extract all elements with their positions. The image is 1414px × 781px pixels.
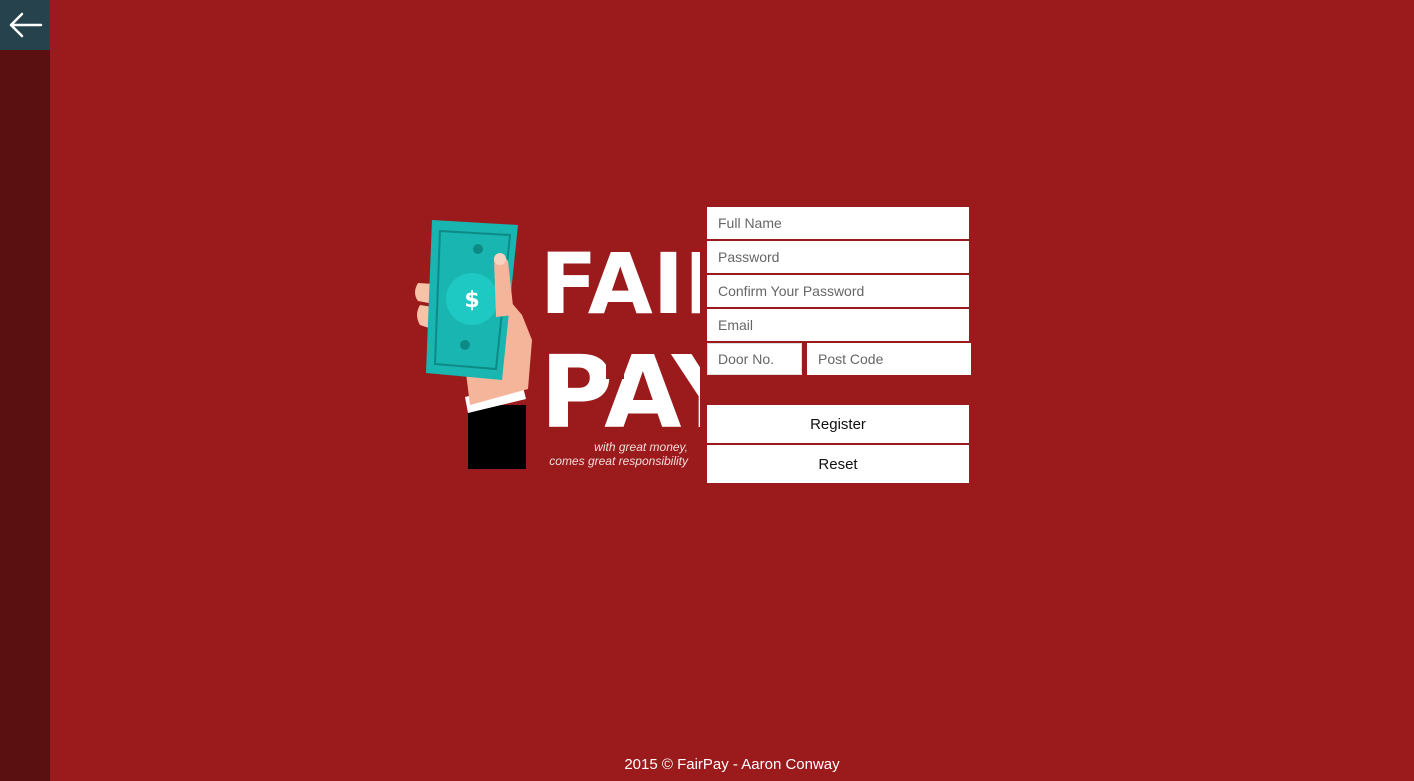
register-form: Register Reset [707,207,971,483]
password-input[interactable] [707,241,969,273]
full-name-input[interactable] [707,207,969,239]
door-number-input[interactable] [707,343,802,375]
svg-text:$: $ [464,288,479,313]
address-row [707,343,971,377]
fairpay-logo: $ FAIR PAY with great money, comes great… [410,215,749,475]
arrow-left-icon [9,12,43,38]
hand-holding-money-icon: $ [415,220,532,469]
email-input[interactable] [707,309,969,341]
back-button[interactable] [0,0,50,50]
calculator-icon [606,349,624,379]
confirm-password-input[interactable] [707,275,969,307]
footer-text: 2015 © FairPay - Aaron Conway [624,756,840,773]
post-code-input[interactable] [807,343,971,375]
sidebar [0,0,50,781]
register-button[interactable]: Register [707,405,969,443]
reset-button[interactable]: Reset [707,445,969,483]
logo-text-fair: FAIR [540,235,700,333]
logo-tagline-1: with great money, [594,440,688,454]
logo-tagline-2: comes great responsibility [549,454,689,468]
